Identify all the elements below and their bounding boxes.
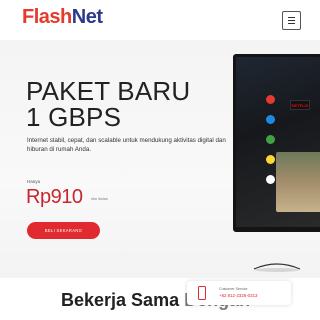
app-icon xyxy=(266,155,275,164)
customer-service-phone: +62 812-2325-0313 xyxy=(219,293,258,298)
app-icon xyxy=(266,95,275,104)
price-unit: ribu /bulan xyxy=(91,197,108,201)
hamburger-icon-bar xyxy=(288,19,295,22)
logo-text-net: Net xyxy=(71,6,103,28)
menu-button[interactable] xyxy=(282,11,301,30)
price-value: Rp910 xyxy=(26,186,83,208)
section-title-visible: Bekerja Sama xyxy=(61,290,180,310)
buy-now-button[interactable]: BELI SEKARANG xyxy=(27,222,100,239)
customer-service-label: Customer Service xyxy=(219,287,248,291)
tv-photo xyxy=(276,152,320,212)
hamburger-icon-bar xyxy=(288,16,295,18)
tv-image: NETFLIX xyxy=(233,54,320,232)
phone-icon xyxy=(198,286,206,300)
app-icon xyxy=(266,115,275,124)
flashnet-logo[interactable]: FlashNet xyxy=(22,6,103,29)
app-icon xyxy=(266,175,275,184)
hero-description: Internet stabil, cepat, dan scalable unt… xyxy=(27,137,226,153)
netflix-logo: NETFLIX xyxy=(290,100,310,110)
app-icon xyxy=(266,135,275,144)
site-header: FlashNet xyxy=(0,0,320,40)
price-prefix: Hanya xyxy=(27,179,41,184)
hero-title-line1: PAKET BARU xyxy=(26,76,191,106)
tv-stand xyxy=(253,263,301,272)
hero-title-line2: 1 GBPS xyxy=(26,102,122,132)
customer-service-widget[interactable]: Customer Service +62 812-2325-0313 xyxy=(187,281,291,305)
logo-text-flash: Flash xyxy=(22,6,72,28)
hamburger-icon-bar xyxy=(288,23,295,25)
hero-title: PAKET BARU 1 GBPS xyxy=(26,78,190,130)
tv-screen: NETFLIX xyxy=(236,57,320,227)
